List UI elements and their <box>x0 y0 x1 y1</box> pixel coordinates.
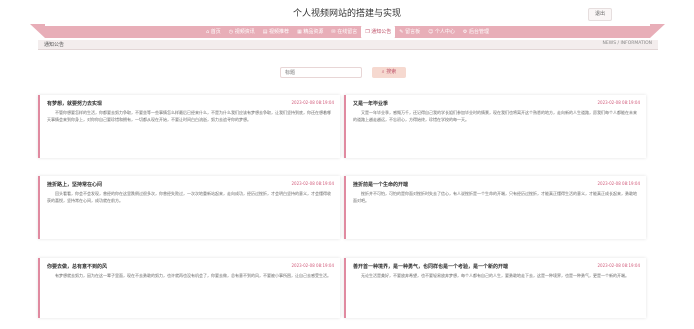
tab-profile[interactable]: ☺ 个人中心 <box>424 26 459 38</box>
notice-body: 挫折并不可怕，可怕的是你面对挫折时失去了信心，有人说挫折是一个生命的开端，只有经… <box>353 191 637 204</box>
notice-card[interactable]: 又是一年毕业季 2023-02-08 08:19:04 又是一年毕业季，感慨万千… <box>344 95 646 158</box>
search-button-label: 搜索 <box>386 69 397 75</box>
notice-body: 不管你想要怎样的生活，你都要去努力争取，不要坐等一些事情怎么样最后已经来什么，不… <box>47 110 331 123</box>
tab-home[interactable]: ⌂ 首页 <box>202 26 225 38</box>
notice-body: 无论生活是美好，不要放弃希望，也不要轻易放弃梦想，每个人都有自己的人生，要勇敢地… <box>361 273 629 278</box>
notice-card[interactable]: 有梦想，就要努力去实现 2023-02-08 08:19:04 不管你想要怎样的… <box>38 95 340 158</box>
notice-card[interactable]: 挫折前是一个生命的开端 2023-02-08 08:19:04 挫折并不可怕，可… <box>344 176 646 239</box>
notice-card[interactable]: 挫折路上，坚持常在心间 2023-02-08 08:19:04 回头看看，你会不… <box>38 176 340 239</box>
tab-label: 视频资讯 <box>234 29 255 35</box>
breadcrumb: 通知公告 NEWS / INFORMATION <box>38 40 658 50</box>
tab-label: 个人中心 <box>434 29 455 35</box>
tab-video-recommend[interactable]: ▤ 视频推荐 <box>259 26 293 38</box>
top-bar: 个人视频网站的搭建与实现 退出 <box>0 0 694 26</box>
search-input[interactable] <box>280 67 362 78</box>
tab-label: 通知公告 <box>371 29 392 35</box>
notice-card[interactable]: 善开首一种境界，是一种勇气，也同样也是一个考验，是一个新的开端 2023-02-… <box>344 258 646 318</box>
main-nav: ⌂ 首页 ◷ 视频资讯 ▤ 视频推荐 ▦ 精品资源 ✉ 在线留言 ❐ 通知公告 … <box>45 26 650 38</box>
tab-messages[interactable]: ✉ 在线留言 <box>327 26 361 38</box>
notice-title[interactable]: 你要去做，总有意不到的风 <box>47 263 107 270</box>
tab-admin[interactable]: ⚙ 后台管理 <box>459 26 493 38</box>
notice-date: 2023-02-08 08:19:04 <box>291 263 334 268</box>
breadcrumb-title: 通知公告 <box>44 42 65 48</box>
notice-body: 又是一年毕业季，感慨万千，还记得自己我的学长姐们参加毕业时的情景，现在我们也将离… <box>353 110 637 123</box>
notice-date: 2023-02-08 08:19:04 <box>597 100 640 105</box>
notice-body: 有梦想就去努力，因为在这一辈子里面，现在不去勇敢的努力，也许就再也没有机会了，你… <box>55 273 331 278</box>
tab-label: 视频推荐 <box>269 29 290 35</box>
notice-title[interactable]: 又是一年毕业季 <box>353 100 388 107</box>
notice-title[interactable]: 有梦想，就要努力去实现 <box>47 100 102 107</box>
tab-label: 留言板 <box>405 29 421 35</box>
notice-date: 2023-02-08 08:19:04 <box>597 263 640 268</box>
search-button[interactable]: ⌕ 搜索 <box>372 67 406 78</box>
nav-edge-left <box>30 24 45 38</box>
tab-label: 精品资源 <box>303 29 324 35</box>
tab-board[interactable]: ✎ 留言板 <box>395 26 424 38</box>
notice-title[interactable]: 挫折路上，坚持常在心间 <box>47 181 102 188</box>
breadcrumb-subtitle: NEWS / INFORMATION <box>602 41 652 46</box>
logout-button[interactable]: 退出 <box>588 8 612 21</box>
notice-title[interactable]: 挫折前是一个生命的开端 <box>353 181 408 188</box>
tab-label: 后台管理 <box>469 29 490 35</box>
tab-label: 在线留言 <box>337 29 358 35</box>
nav-edge-right <box>650 24 665 38</box>
notice-date: 2023-02-08 08:19:04 <box>291 100 334 105</box>
notice-body: 回头看看，你会不会发现，曾经的你在这里跌倒过很多次，你曾经失败过，一次次地重新站… <box>47 191 331 204</box>
notice-date: 2023-02-08 08:19:04 <box>597 181 640 186</box>
tab-video-news[interactable]: ◷ 视频资讯 <box>225 26 259 38</box>
tab-resources[interactable]: ▦ 精品资源 <box>293 26 327 38</box>
notice-card[interactable]: 你要去做，总有意不到的风 2023-02-08 08:19:04 有梦想就去努力… <box>38 258 340 318</box>
tab-notices[interactable]: ❐ 通知公告 <box>361 26 396 38</box>
notice-date: 2023-02-08 08:19:04 <box>291 181 334 186</box>
tab-label: 首页 <box>210 29 221 35</box>
notice-title[interactable]: 善开首一种境界，是一种勇气，也同样也是一个考验，是一个新的开端 <box>353 263 508 270</box>
